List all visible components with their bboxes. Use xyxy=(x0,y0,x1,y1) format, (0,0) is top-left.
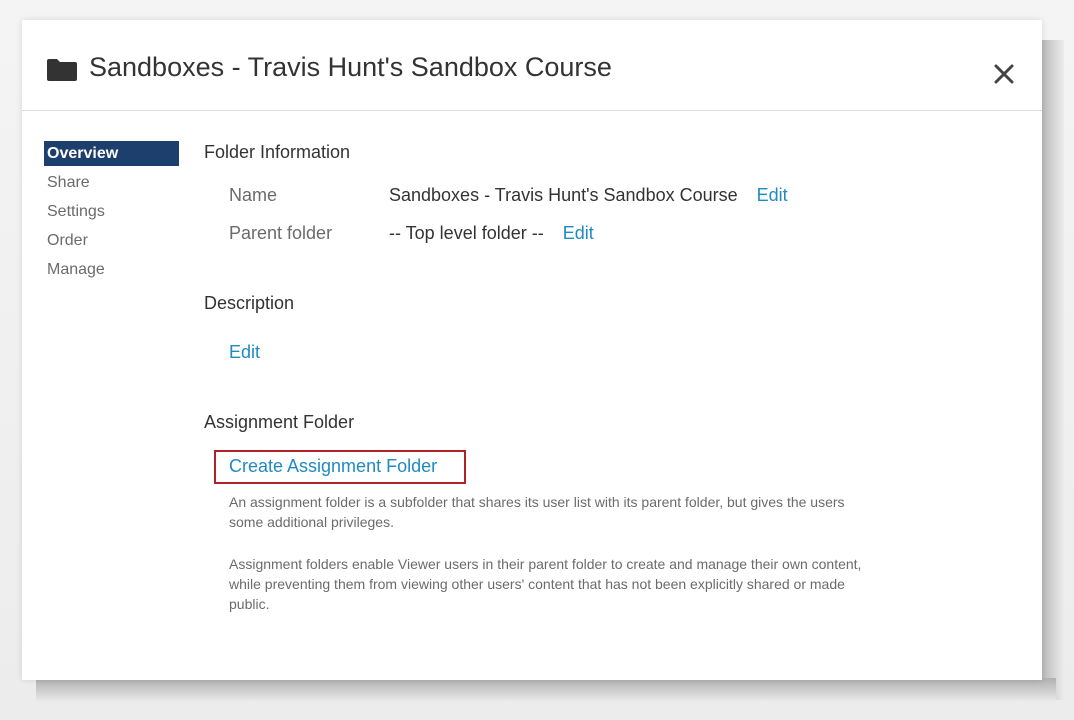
edit-name-link[interactable]: Edit xyxy=(757,185,788,205)
edit-parent-folder-link[interactable]: Edit xyxy=(563,223,594,243)
sidebar-item-share[interactable]: Share xyxy=(44,168,179,197)
sidebar-item-overview[interactable]: Overview xyxy=(44,141,179,166)
parent-folder-label: Parent folder xyxy=(229,223,333,243)
parent-folder-value: -- Top level folder -- Edit xyxy=(389,223,594,244)
parent-folder-text: -- Top level folder -- xyxy=(389,223,544,243)
folder-icon xyxy=(46,58,78,87)
edit-description-link[interactable]: Edit xyxy=(229,342,260,363)
name-label: Name xyxy=(229,185,278,205)
sidebar-item-order[interactable]: Order xyxy=(44,226,179,255)
assignment-description-paragraph: An assignment folder is a subfolder that… xyxy=(229,494,845,530)
assignment-folder-heading: Assignment Folder xyxy=(204,412,355,432)
folder-settings-dialog: Sandboxes - Travis Hunt's Sandbox Course… xyxy=(22,20,1042,680)
dialog-shadow-right xyxy=(1040,40,1064,700)
dialog-shadow-bottom xyxy=(36,678,1056,702)
name-value: Sandboxes - Travis Hunt's Sandbox Course… xyxy=(389,185,788,206)
overview-panel: Folder Information Name Sandboxes - Trav… xyxy=(204,20,1024,680)
sidebar-item-settings[interactable]: Settings xyxy=(44,197,179,226)
sidebar-item-manage[interactable]: Manage xyxy=(44,255,179,284)
sidebar-nav: Overview Share Settings Order Manage xyxy=(44,141,179,284)
folder-name-text: Sandboxes - Travis Hunt's Sandbox Course xyxy=(389,185,738,205)
assignment-privileges-paragraph: Assignment folders enable Viewer users i… xyxy=(229,556,862,612)
create-assignment-folder-link[interactable]: Create Assignment Folder xyxy=(229,456,437,477)
description-heading: Description xyxy=(204,293,295,313)
folder-information-heading: Folder Information xyxy=(204,142,351,162)
